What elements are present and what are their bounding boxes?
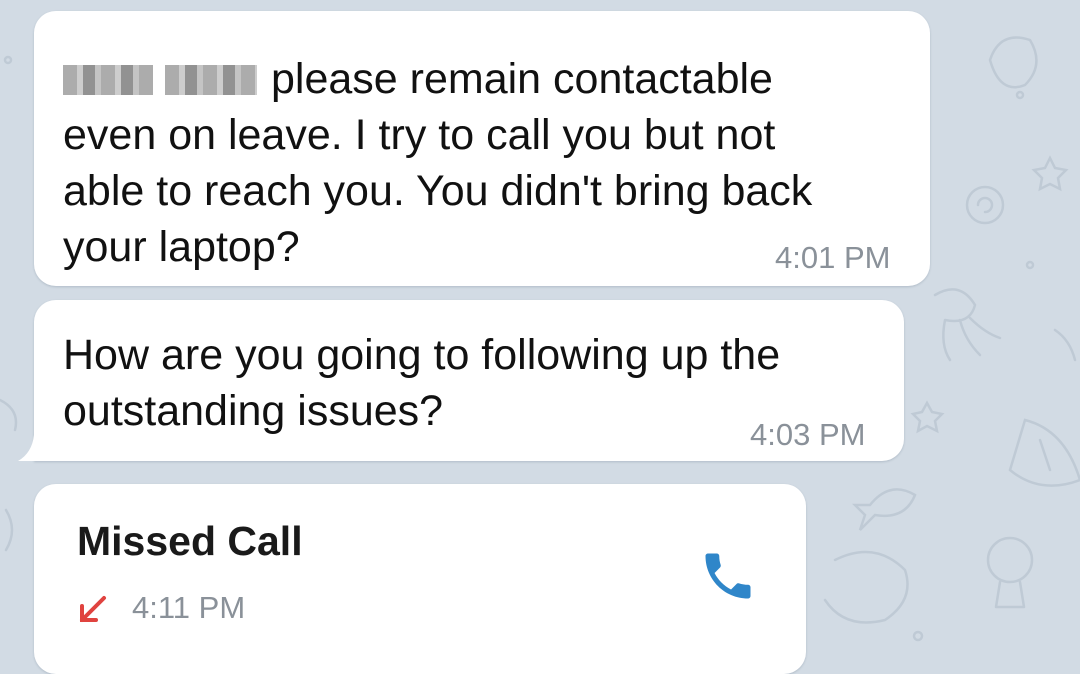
- message-bubble[interactable]: please remain contactable even on leave.…: [34, 11, 930, 286]
- missed-call-bubble[interactable]: Missed Call 4:11 PM: [34, 484, 806, 674]
- call-status-title: Missed Call: [77, 518, 303, 564]
- message-bubble[interactable]: How are you going to following up the ou…: [18, 300, 904, 461]
- bubble-tail: [18, 435, 48, 461]
- message-body: even on leave. I try to call you but not…: [63, 111, 813, 271]
- phone-icon[interactable]: [698, 546, 758, 606]
- message-first-line: please remain contactable: [271, 55, 773, 103]
- missed-call-arrow-icon: [80, 596, 106, 622]
- message-timestamp: 4:03 PM: [750, 417, 866, 452]
- redacted-sender-name: [165, 65, 257, 95]
- redacted-sender-name: [63, 65, 153, 95]
- call-timestamp: 4:11 PM: [132, 590, 246, 625]
- message-timestamp: 4:01 PM: [775, 240, 891, 275]
